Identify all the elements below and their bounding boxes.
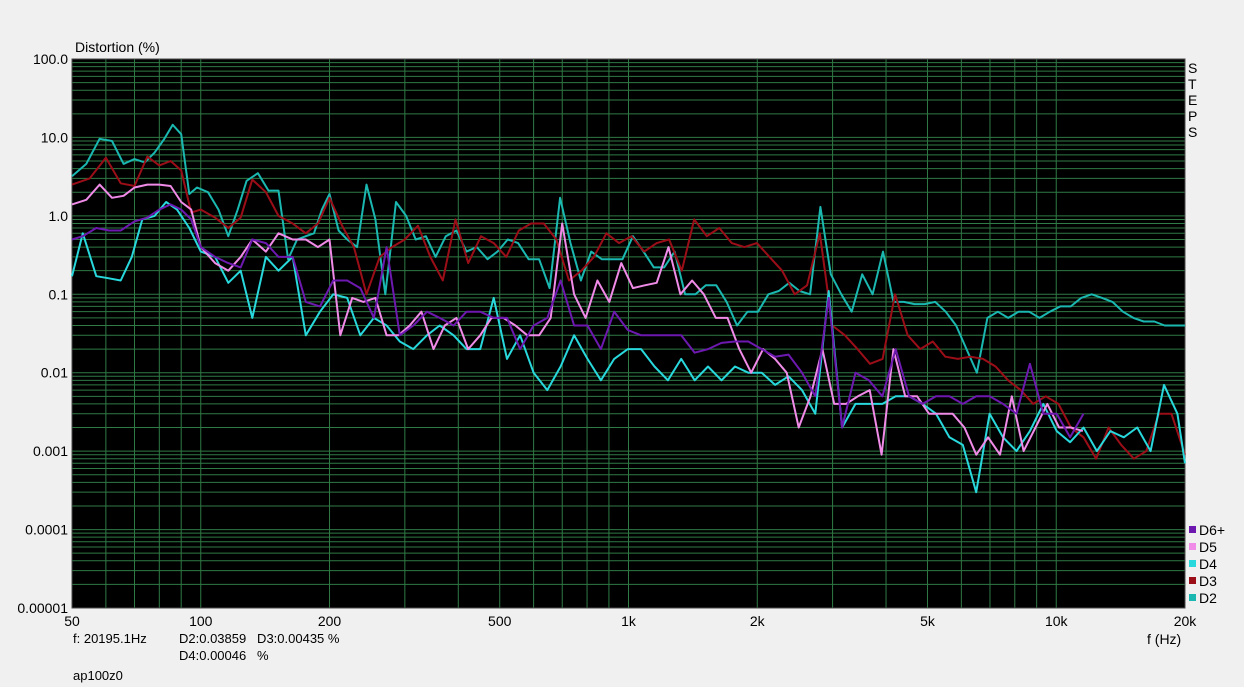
y-tick-labels: 100.0 10.0 1.0 0.1 0.01 0.001 0.0001 0.00001 (17, 51, 68, 616)
legend-entry: D4 (1199, 556, 1217, 572)
legend-swatch (1189, 560, 1196, 567)
y-tick-label: 0.00001 (17, 600, 68, 616)
legend-entry: D6+ (1199, 522, 1225, 538)
side-label-letter: S (1188, 124, 1197, 140)
legend-swatch (1189, 543, 1196, 550)
x-tick-label: 20k (1174, 613, 1198, 629)
y-tick-label: 10.0 (41, 129, 68, 145)
y-axis-label: Distortion (%) (75, 39, 160, 55)
side-label-letter: P (1188, 108, 1197, 124)
x-tick-label: 200 (318, 613, 342, 629)
footer-label: ap100z0 (73, 668, 123, 683)
x-tick-label: 1k (621, 613, 637, 629)
x-tick-label: 10k (1045, 613, 1069, 629)
steps-vertical-label: STEPS (1188, 60, 1197, 140)
legend-entry: D3 (1199, 573, 1217, 589)
side-label-letter: S (1188, 60, 1197, 76)
cursor-frequency-readout: f: 20195.1Hz (73, 631, 147, 646)
side-label-letter: E (1188, 92, 1197, 108)
x-tick-label: 500 (488, 613, 512, 629)
legend-swatch (1189, 526, 1196, 533)
y-tick-label: 0.01 (41, 365, 68, 381)
x-tick-label: 5k (920, 613, 936, 629)
cursor-distortion-readout-line2: D4:0.00046 % (179, 648, 269, 663)
y-tick-label: 0.0001 (25, 522, 68, 538)
y-tick-label: 0.001 (33, 443, 68, 459)
x-tick-label: 2k (750, 613, 766, 629)
side-label-letter: T (1188, 76, 1197, 92)
legend-swatch (1189, 594, 1196, 601)
y-tick-label: 100.0 (33, 51, 68, 67)
y-tick-label: 0.1 (49, 286, 69, 302)
legend: D6+D5D4D3D2 (1189, 522, 1225, 606)
distortion-chart: 100.0 10.0 1.0 0.1 0.01 0.001 0.0001 0.00001 50… (17, 39, 1225, 647)
x-axis-label: f (Hz) (1147, 631, 1181, 647)
legend-entry: D5 (1199, 539, 1217, 555)
legend-swatch (1189, 577, 1196, 584)
x-tick-label: 100 (189, 613, 213, 629)
y-tick-label: 1.0 (49, 208, 69, 224)
cursor-distortion-readout-line1: D2:0.03859 D3:0.00435 % (179, 631, 340, 646)
x-tick-labels: 50 100 200 500 1k 2k 5k 10k 20k (64, 613, 1197, 629)
legend-entry: D2 (1199, 590, 1217, 606)
x-tick-label: 50 (64, 613, 80, 629)
